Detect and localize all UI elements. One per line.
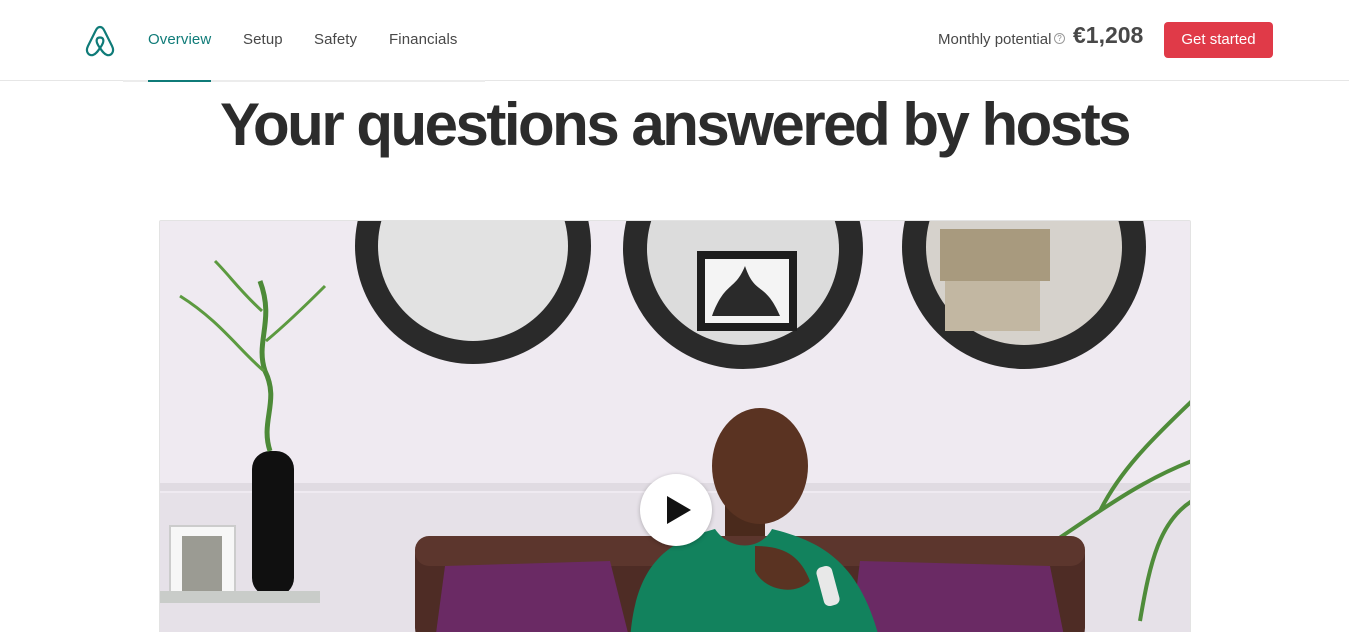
get-started-button[interactable]: Get started: [1164, 22, 1273, 58]
airbnb-logo-icon[interactable]: [85, 25, 115, 57]
video-thumbnail: [160, 221, 1190, 632]
play-button[interactable]: [640, 474, 712, 546]
question-circle-icon[interactable]: ?: [1054, 33, 1065, 44]
host-video[interactable]: [159, 220, 1191, 632]
top-nav-bar: Overview Setup Safety Financials Monthly…: [0, 0, 1349, 82]
play-icon: [667, 496, 691, 524]
page-title: Your questions answered by hosts: [219, 91, 1132, 158]
monthly-potential-amount: €1,208: [1073, 22, 1144, 48]
tab-setup[interactable]: Setup: [243, 31, 283, 48]
tab-financials[interactable]: Financials: [389, 31, 458, 48]
active-tab-indicator: [148, 80, 211, 82]
tab-overview[interactable]: Overview: [148, 31, 211, 48]
section-nav: Overview Setup Safety Financials: [123, 0, 485, 82]
monthly-potential-label: Monthly potential: [938, 31, 1052, 48]
tab-safety[interactable]: Safety: [314, 31, 357, 48]
